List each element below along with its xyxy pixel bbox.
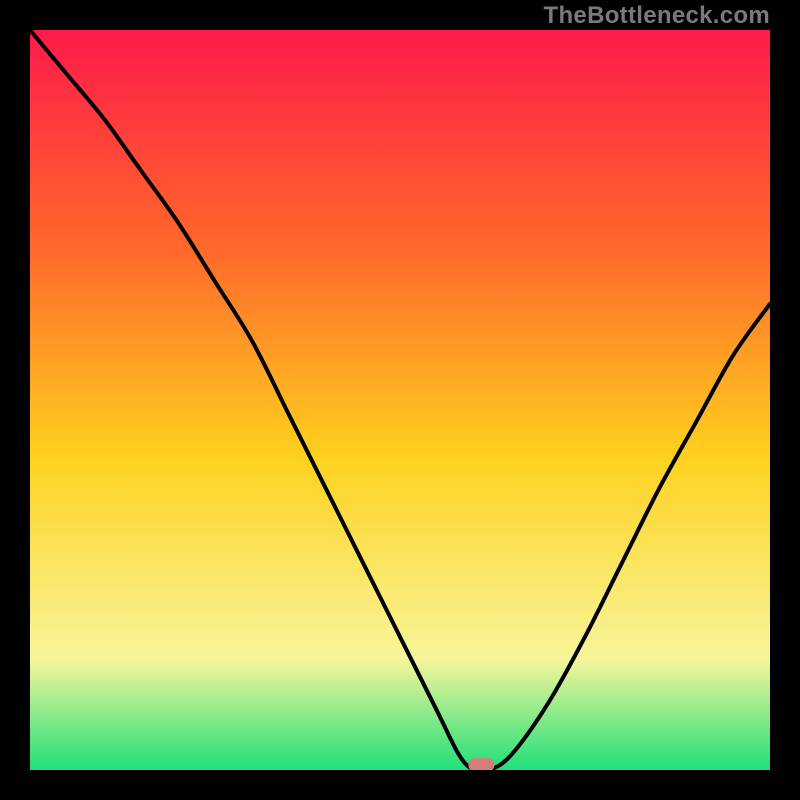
bottleneck-chart (30, 30, 770, 770)
chart-frame: TheBottleneck.com (0, 0, 800, 800)
watermark-text: TheBottleneck.com (544, 2, 770, 30)
optimal-marker (468, 758, 494, 770)
gradient-background (30, 30, 770, 770)
plot-area (30, 30, 770, 770)
